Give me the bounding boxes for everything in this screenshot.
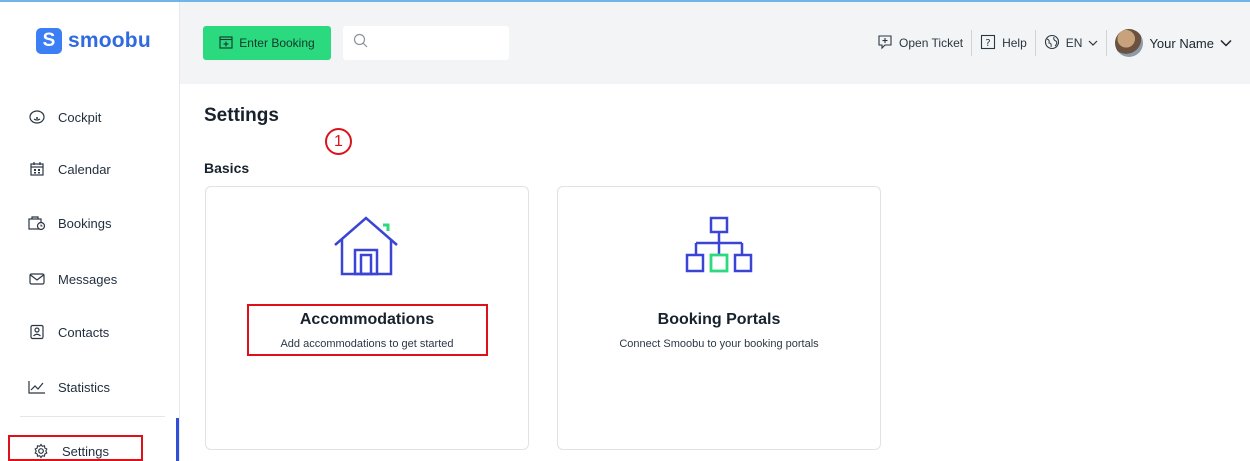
settings-highlight-box xyxy=(8,435,143,461)
sidebar-item-label: Statistics xyxy=(58,379,111,395)
chart-icon xyxy=(28,378,46,396)
chevron-down-icon xyxy=(1220,36,1232,50)
logo-mark: S xyxy=(36,28,62,54)
sidebar-divider xyxy=(20,416,165,417)
sidebar-item-messages[interactable]: Messages xyxy=(28,270,117,288)
annotation-marker: 1 xyxy=(325,128,352,155)
globe-icon xyxy=(1044,34,1060,53)
help-icon: ? xyxy=(980,34,996,53)
sidebar-item-label: Cockpit xyxy=(58,109,102,125)
open-ticket-label: Open Ticket xyxy=(899,36,964,50)
card-subtitle: Connect Smoobu to your booking portals xyxy=(619,338,819,350)
ticket-plus-icon xyxy=(877,34,893,53)
avatar xyxy=(1115,29,1144,57)
svg-text:?: ? xyxy=(985,38,990,49)
booking-portals-card[interactable]: Booking Portals Connect Smoobu to your b… xyxy=(557,186,881,450)
sidebar-item-label: Bookings xyxy=(58,215,112,231)
accommodations-highlight-box xyxy=(247,304,488,356)
user-menu[interactable]: Your Name xyxy=(1107,29,1240,57)
gauge-icon xyxy=(28,108,46,126)
briefcase-icon xyxy=(28,214,46,232)
enter-booking-button[interactable]: Enter Booking xyxy=(203,26,331,60)
sidebar-item-label: Calendar xyxy=(58,161,111,177)
logo[interactable]: S smoobu xyxy=(36,28,151,54)
calendar-plus-icon xyxy=(219,35,233,52)
sidebar: S smoobu Cockpit Calendar Bookings Messa… xyxy=(0,2,180,461)
sidebar-item-calendar[interactable]: Calendar xyxy=(28,160,111,178)
calendar-icon xyxy=(28,160,46,178)
active-nav-indicator xyxy=(176,418,179,461)
enter-booking-label: Enter Booking xyxy=(239,36,315,50)
open-ticket-link[interactable]: Open Ticket xyxy=(869,30,971,56)
card-title: Booking Portals xyxy=(657,311,781,328)
house-icon xyxy=(333,215,401,282)
sidebar-item-label: Contacts xyxy=(58,324,110,340)
page-title: Settings xyxy=(204,105,279,126)
help-link[interactable]: ? Help xyxy=(972,30,1035,56)
sidebar-item-cockpit[interactable]: Cockpit xyxy=(28,108,101,126)
header-actions: Open Ticket ? Help EN Your Name xyxy=(869,26,1240,60)
sidebar-item-bookings[interactable]: Bookings xyxy=(28,214,111,232)
search-input[interactable] xyxy=(376,36,506,50)
contact-card-icon xyxy=(28,323,46,341)
logo-text: smoobu xyxy=(68,29,151,52)
section-title: Basics xyxy=(204,160,250,176)
language-selector[interactable]: EN xyxy=(1036,30,1107,56)
sidebar-item-statistics[interactable]: Statistics xyxy=(28,378,110,396)
sidebar-item-contacts[interactable]: Contacts xyxy=(28,323,109,341)
envelope-icon xyxy=(28,270,46,288)
language-label: EN xyxy=(1065,36,1083,50)
chevron-down-icon xyxy=(1088,36,1098,50)
search-icon xyxy=(353,33,368,53)
network-icon xyxy=(684,215,754,282)
top-header: Enter Booking Open Ticket ? Help EN Your… xyxy=(180,2,1250,84)
search-box[interactable] xyxy=(343,26,509,60)
sidebar-item-label: Messages xyxy=(58,271,118,287)
help-label: Help xyxy=(1002,36,1027,50)
user-name: Your Name xyxy=(1149,35,1214,51)
